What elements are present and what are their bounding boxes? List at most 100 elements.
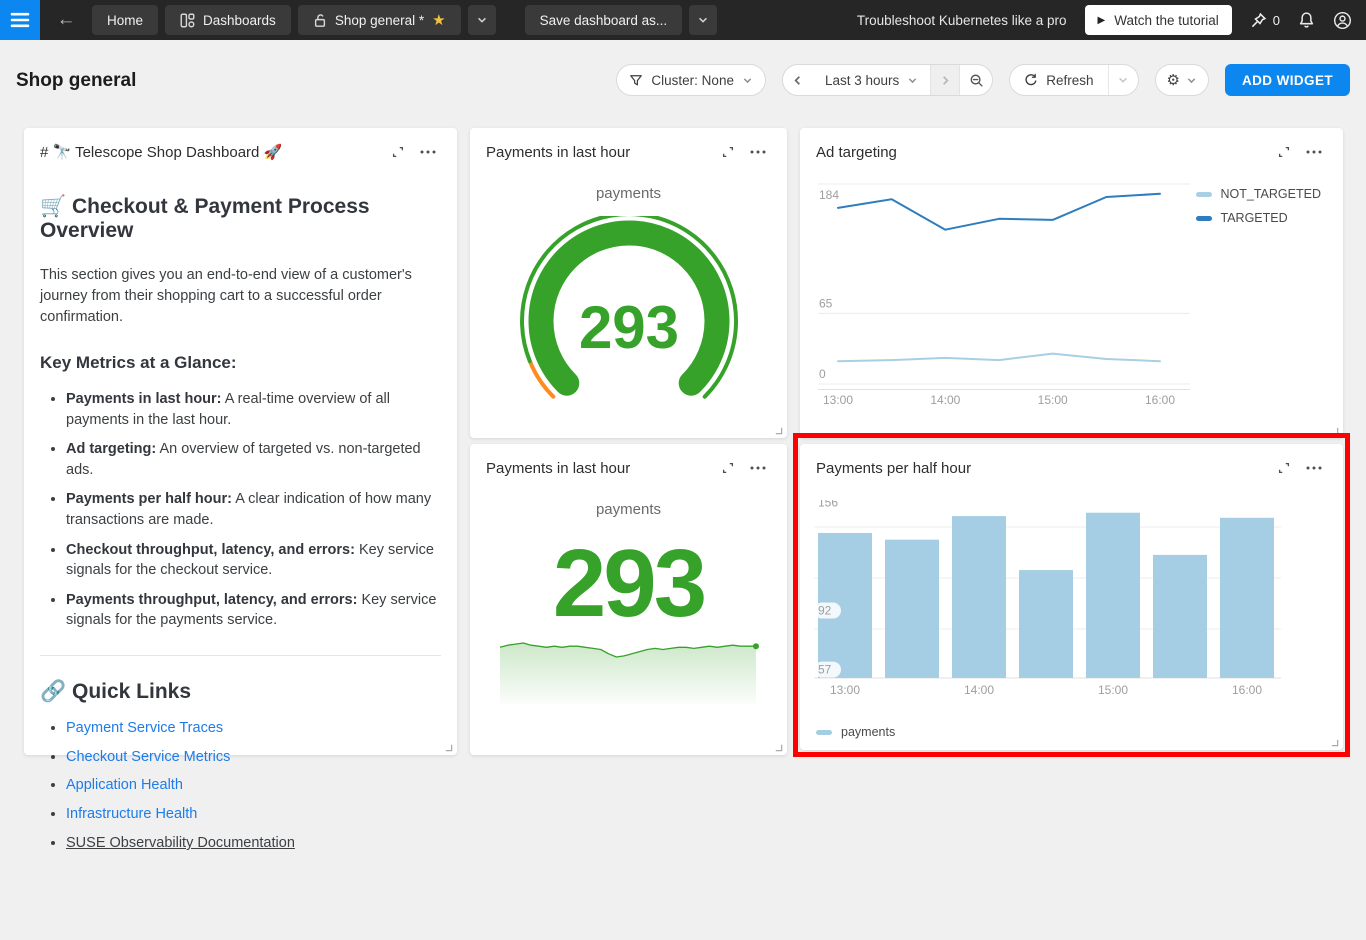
time-forward-button[interactable] [930, 65, 960, 95]
svg-text:16:00: 16:00 [1232, 683, 1262, 697]
legend-item[interactable]: payments [816, 723, 895, 741]
time-range-button[interactable]: Last 3 hours [813, 65, 930, 95]
metric-term: Checkout throughput, latency, and errors… [66, 542, 355, 558]
divider [40, 655, 441, 656]
expand-widget-button[interactable] [713, 457, 743, 479]
chevron-down-icon [907, 75, 918, 86]
number-metric-label: payments [470, 501, 787, 518]
svg-text:15:00: 15:00 [1038, 393, 1068, 407]
resize-handle[interactable] [774, 426, 783, 435]
list-item: Ad targeting: An overview of targeted vs… [66, 439, 441, 480]
payments-sparkline-chart[interactable] [497, 638, 761, 710]
svg-text:14:00: 14:00 [964, 683, 994, 697]
pin-count: 0 [1273, 13, 1280, 28]
payments-gauge-chart[interactable]: 293 [479, 216, 779, 416]
chevron-left-icon [791, 74, 804, 87]
link-infrastructure-health[interactable]: Infrastructure Health [66, 806, 197, 822]
widget-markdown-overview: # 🔭 Telescope Shop Dashboard 🚀 🛒 Checkou… [24, 128, 457, 755]
save-dashboard-as-button[interactable]: Save dashboard as... [525, 5, 683, 35]
back-button[interactable]: ← [40, 0, 92, 40]
ellipsis-icon [750, 466, 766, 470]
expand-widget-button[interactable] [713, 141, 743, 163]
refresh-icon [1024, 73, 1038, 87]
expand-widget-button[interactable] [383, 141, 413, 163]
widget-menu-button[interactable] [743, 141, 773, 163]
dashboards-icon [180, 13, 195, 28]
back-arrow-icon: ← [57, 9, 76, 31]
widget-title: Ad targeting [816, 144, 1269, 161]
dashboard-tab-menu-button[interactable] [468, 5, 496, 35]
bar-chart-legend: payments [816, 723, 895, 741]
widget-ad-targeting: Ad targeting 18465013:0014:0015:0016:00 … [800, 128, 1343, 438]
link-suse-observability-docs[interactable]: SUSE Observability Documentation [66, 835, 295, 851]
nav-tab-home-label: Home [107, 13, 143, 28]
time-range-group: Last 3 hours [782, 64, 993, 96]
page-title: Shop general [16, 70, 136, 92]
time-back-button[interactable] [783, 65, 813, 95]
resize-handle[interactable] [1330, 738, 1339, 747]
save-dashboard-menu-button[interactable] [689, 5, 717, 35]
ellipsis-icon [750, 150, 766, 154]
refresh-button[interactable]: Refresh [1010, 65, 1107, 95]
widget-menu-button[interactable] [1299, 141, 1329, 163]
widget-payments-number: Payments in last hour payments 293 [470, 444, 787, 755]
refresh-group: Refresh [1009, 64, 1138, 96]
ellipsis-icon [420, 150, 436, 154]
expand-icon [721, 461, 735, 475]
svg-text:13:00: 13:00 [830, 683, 860, 697]
resize-handle[interactable] [774, 743, 783, 752]
cluster-filter-button[interactable]: Cluster: None [616, 64, 766, 96]
legend-item[interactable]: TARGETED [1196, 209, 1321, 227]
nav-tab-home[interactable]: Home [92, 5, 158, 35]
legend-item[interactable]: NOT_TARGETED [1196, 185, 1321, 203]
favorite-star-icon[interactable]: ★ [432, 13, 445, 28]
pinned-items-button[interactable]: 0 [1250, 12, 1280, 29]
widget-title: Payments in last hour [486, 460, 713, 477]
list-item: Application Health [66, 775, 441, 795]
resize-handle[interactable] [1330, 426, 1339, 435]
svg-text:13:00: 13:00 [823, 393, 853, 407]
expand-widget-button[interactable] [1269, 457, 1299, 479]
user-menu-button[interactable] [1333, 11, 1352, 30]
markdown-heading: 🛒 Checkout & Payment Process Overview [40, 195, 441, 243]
ellipsis-icon [1306, 466, 1322, 470]
svg-text:156: 156 [818, 500, 838, 510]
ad-targeting-line-chart[interactable]: 18465013:0014:0015:0016:00 [818, 178, 1198, 413]
refresh-interval-button[interactable] [1108, 65, 1138, 95]
list-item: SUSE Observability Documentation [66, 833, 441, 853]
promo-text: Troubleshoot Kubernetes like a pro [857, 13, 1067, 28]
play-icon: ▶ [1098, 15, 1106, 26]
list-item: Payments in last hour: A real-time overv… [66, 389, 441, 430]
notifications-button[interactable] [1298, 11, 1315, 29]
widget-menu-button[interactable] [413, 141, 443, 163]
list-item: Payments per half hour: A clear indicati… [66, 489, 441, 530]
zoom-out-time-button[interactable] [960, 65, 992, 95]
link-application-health[interactable]: Application Health [66, 777, 183, 793]
gear-icon: ⚙ [1167, 71, 1180, 89]
svg-text:14:00: 14:00 [930, 393, 960, 407]
widget-title: Payments per half hour [816, 460, 1269, 477]
nav-tab-shop-general-label: Shop general * [335, 13, 424, 28]
nav-tab-dashboards-label: Dashboards [203, 13, 276, 28]
widget-menu-button[interactable] [1299, 457, 1329, 479]
resize-handle[interactable] [444, 743, 453, 752]
add-widget-button[interactable]: ADD WIDGET [1225, 64, 1350, 96]
expand-widget-button[interactable] [1269, 141, 1299, 163]
link-payment-service-traces[interactable]: Payment Service Traces [66, 720, 223, 736]
nav-tab-dashboards[interactable]: Dashboards [165, 5, 291, 35]
watch-tutorial-button[interactable]: ▶ Watch the tutorial [1085, 5, 1232, 35]
payments-big-number: 293 [470, 536, 787, 632]
payments-bar-chart[interactable]: 156925713:0014:0015:0016:00 [814, 500, 1309, 705]
quick-links-heading: 🔗 Quick Links [40, 680, 441, 704]
legend-swatch [1196, 216, 1212, 221]
save-dashboard-as-label: Save dashboard as... [540, 13, 668, 28]
dashboard-settings-button[interactable]: ⚙ [1155, 64, 1209, 96]
markdown-body: 🛒 Checkout & Payment Process Overview Th… [24, 163, 457, 853]
list-item: Payments throughput, latency, and errors… [66, 590, 441, 631]
widget-menu-button[interactable] [743, 457, 773, 479]
nav-tab-shop-general[interactable]: Shop general * ★ [298, 5, 461, 35]
link-checkout-service-metrics[interactable]: Checkout Service Metrics [66, 749, 230, 765]
hamburger-menu-button[interactable] [0, 0, 40, 40]
hamburger-icon [10, 12, 30, 28]
expand-icon [391, 145, 405, 159]
